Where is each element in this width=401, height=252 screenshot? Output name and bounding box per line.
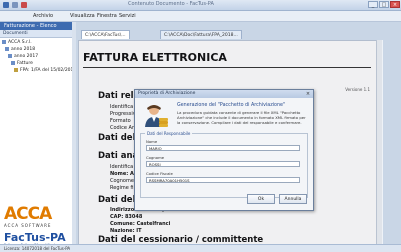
tab-document-1[interactable]: C:\ACCA\FacTus\... xyxy=(81,30,130,39)
menu-servizi[interactable]: Servizi xyxy=(119,13,136,19)
acca-subtitle: ACCA SOFTWARE xyxy=(4,223,52,228)
responsible-fieldset: Dati del Responsabile Nome MARIO Cognome… xyxy=(140,131,308,198)
tree-node[interactable]: ACCA S.r.l. xyxy=(2,39,70,46)
dialog-heading: Generazione del "Pacchetto di Archiviazi… xyxy=(177,103,286,108)
acca-logo: ACCA xyxy=(4,204,52,224)
app-icon xyxy=(3,2,9,8)
folder-icon xyxy=(11,60,15,65)
status-text: Licenza: 14072018 del FacTus-PA xyxy=(4,246,71,251)
folder-icon xyxy=(2,39,6,44)
left-panel: Fatturazione - Elenco Documenti ACCA S.r… xyxy=(0,22,76,248)
ok-button[interactable]: Ok xyxy=(247,194,275,204)
close-button[interactable]: × xyxy=(390,1,400,8)
tree-node[interactable]: anno 2017 xyxy=(2,53,70,60)
folder-icon xyxy=(5,46,9,51)
fiscal-code-field[interactable]: RSSMRA70A01H501S xyxy=(146,177,300,183)
document-tree: ACCA S.r.l. anno 2018 anno 2017 Fatture … xyxy=(2,39,76,74)
document-tabs: C:\ACCA\FacTus\... C:\ACCA\Doc\Fattura\F… xyxy=(77,30,397,39)
fiscal-code-label: Codice Fiscale xyxy=(146,171,173,176)
surname-label: Cognome xyxy=(146,155,165,160)
tree-node[interactable]: anno 2018 xyxy=(2,46,70,53)
user-archive-icon xyxy=(145,105,168,127)
document-icon xyxy=(14,67,18,72)
minimize-button[interactable]: _ xyxy=(368,1,378,8)
menu-archivio[interactable]: Archivio xyxy=(33,13,53,19)
archive-properties-dialog: Proprietà di Archiviazione × Generazione… xyxy=(134,89,314,211)
surname-field[interactable]: ROSSI xyxy=(146,161,300,167)
brand-logo: ACCA ACCA SOFTWARE FacTus-PA Fattura e F… xyxy=(4,204,70,248)
menu-visualizza[interactable]: Visualizza xyxy=(70,13,95,19)
panel-splitter[interactable] xyxy=(72,22,76,247)
fieldset-legend: Dati del Responsabile xyxy=(145,131,193,136)
dialog-title: Proprietà di Archiviazione xyxy=(135,90,313,98)
panel-header: Fatturazione - Elenco xyxy=(0,22,72,30)
cancel-button[interactable]: Annulla xyxy=(279,194,307,204)
save-icon[interactable] xyxy=(12,2,18,8)
title-bar: Contenuto Documento - FacTus-PA _ □ × xyxy=(0,0,401,11)
tree-node-selected[interactable]: FPA: 1/FA del 15/02/2018 xyxy=(2,67,76,74)
product-logo: FacTus-PA xyxy=(4,231,66,244)
maximize-button[interactable]: □ xyxy=(379,1,389,8)
dialog-close-icon[interactable]: × xyxy=(305,91,311,97)
window-title: Contenuto Documento - FacTus-PA xyxy=(128,1,214,7)
name-label: Nome xyxy=(146,139,158,144)
dialog-description: La procedura guidata consente di generar… xyxy=(177,110,306,125)
menu-bar: Archivio Visualizza Finestra Servizi xyxy=(0,11,401,22)
name-field[interactable]: MARIO xyxy=(146,145,300,151)
tab-document-2[interactable]: C:\ACCA\Doc\Fattura\FPA_2018... xyxy=(160,30,242,39)
folder-icon xyxy=(8,53,12,58)
menu-finestra[interactable]: Finestra xyxy=(97,13,117,19)
panel-subheader[interactable]: Documenti xyxy=(0,30,72,38)
tree-node[interactable]: Fatture xyxy=(2,60,70,67)
close-doc-icon[interactable] xyxy=(21,2,27,8)
